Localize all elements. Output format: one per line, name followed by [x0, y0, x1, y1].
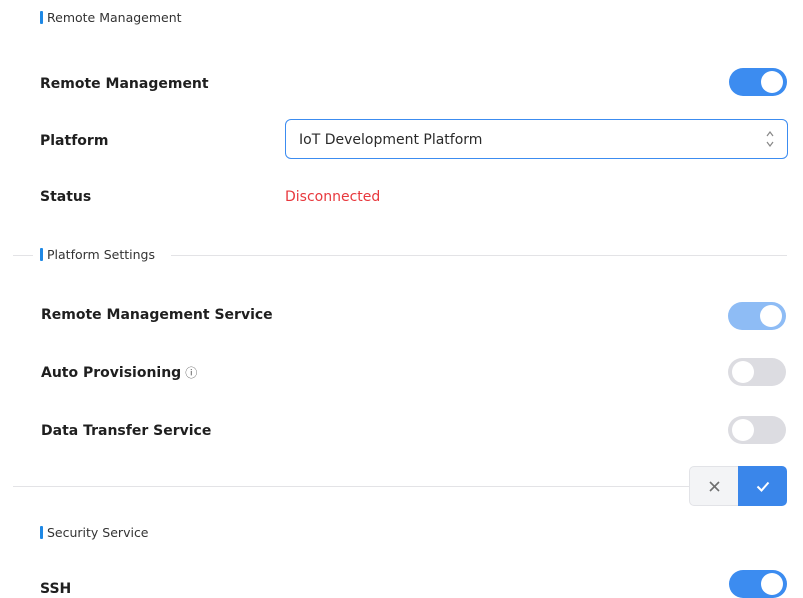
section-title-remote-management: Remote Management	[47, 10, 182, 25]
remote-management-service-label: Remote Management Service	[41, 307, 273, 323]
confirm-button[interactable]	[738, 466, 787, 506]
toggle-knob	[732, 419, 754, 441]
section-divider	[13, 486, 689, 487]
data-transfer-service-toggle[interactable]	[728, 416, 786, 444]
platform-select[interactable]: IoT Development Platform	[285, 119, 788, 159]
toggle-knob	[761, 573, 783, 595]
info-icon[interactable]: ⓘ	[185, 364, 197, 382]
section-accent-bar	[40, 526, 43, 539]
close-icon	[708, 480, 720, 492]
toggle-knob	[732, 361, 754, 383]
section-divider-right	[171, 255, 787, 256]
ssh-label: SSH	[40, 581, 72, 597]
platform-select-value: IoT Development Platform	[299, 132, 483, 148]
chevron-up-down-icon	[766, 131, 774, 147]
remote-management-label: Remote Management	[40, 76, 209, 92]
status-label: Status	[40, 189, 92, 205]
auto-provisioning-label: Auto Provisioning	[41, 365, 182, 381]
data-transfer-service-label: Data Transfer Service	[41, 423, 212, 439]
section-title-security-service: Security Service	[47, 525, 149, 540]
section-title-platform-settings: Platform Settings	[47, 247, 155, 262]
section-accent-bar	[40, 11, 43, 24]
remote-management-toggle[interactable]	[729, 68, 787, 96]
check-icon	[756, 481, 769, 492]
section-divider-left	[13, 255, 33, 256]
toggle-knob	[761, 71, 783, 93]
status-value: Disconnected	[285, 189, 381, 205]
toggle-knob	[760, 305, 782, 327]
ssh-toggle[interactable]	[729, 570, 787, 598]
section-accent-bar	[40, 248, 43, 261]
platform-label: Platform	[40, 133, 109, 149]
remote-management-service-toggle[interactable]	[728, 302, 786, 330]
auto-provisioning-toggle[interactable]	[728, 358, 786, 386]
auto-provisioning-row: Auto Provisioning ⓘ	[41, 364, 197, 382]
cancel-button[interactable]	[689, 466, 738, 506]
